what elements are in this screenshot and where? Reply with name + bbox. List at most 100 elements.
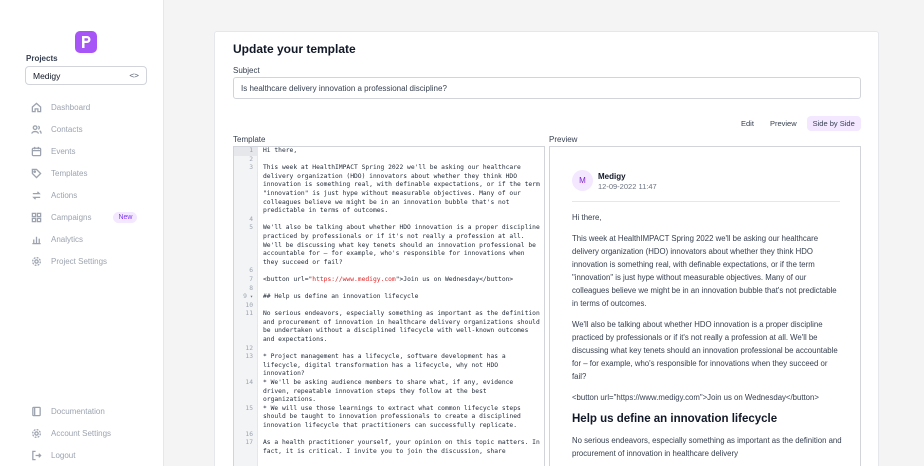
code-line-text: * We'll be asking audience members to sh… <box>263 379 518 404</box>
preview-paragraph-2: We'll also be talking about whether HDO … <box>572 320 838 381</box>
code-line[interactable]: 9 ▾ ## Help us define an innovation lifec… <box>234 293 544 302</box>
code-line-text: ## Help us define an innovation lifecycl… <box>263 293 419 301</box>
code-line[interactable]: 10 <box>234 302 544 311</box>
sidebar-bottom-nav: Documentation Account Settings Logout <box>25 400 151 466</box>
line-number: 15 <box>245 404 253 412</box>
sidebar-item-dashboard[interactable]: Dashboard <box>25 96 151 118</box>
sidebar-item-label: Analytics <box>51 234 84 244</box>
sidebar-item-events[interactable]: Events <box>25 140 151 162</box>
tab-side-by-side[interactable]: Side by Side <box>806 116 861 131</box>
code-line-text: Hi there, <box>263 147 298 154</box>
users-icon <box>29 122 43 136</box>
project-select[interactable]: Medigy <> <box>25 66 147 85</box>
projects-label: Projects <box>26 54 58 63</box>
sidebar-item-project-settings[interactable]: Project Settings <box>25 250 151 272</box>
preview-body: Hi there, This week at HealthIMPACT Spri… <box>572 211 842 466</box>
new-badge: New <box>113 211 138 223</box>
code-line[interactable]: 13 * Project management has a lifecycle, … <box>234 353 544 379</box>
email-preview: M Medigy 12-09-2022 11:47 Hi there, This… <box>549 146 861 466</box>
fold-arrow-icon[interactable]: ▾ <box>247 294 253 300</box>
subject-input[interactable]: Is healthcare delivery innovation a prof… <box>233 77 861 99</box>
preview-button-line: <button url="https://www.medigy.com">Joi… <box>572 393 819 402</box>
tab-preview[interactable]: Preview <box>764 116 803 131</box>
preview-paragraph-1: This week at HealthIMPACT Spring 2022 we… <box>572 234 837 308</box>
code-line[interactable]: 5 We'll also be talking about whether HDO… <box>234 224 544 267</box>
book-icon <box>29 404 43 418</box>
sidebar: Projects Medigy <> Dashboard Contacts Ev… <box>0 0 164 466</box>
avatar: M <box>572 170 593 191</box>
line-number: 14 <box>245 379 253 387</box>
gear-icon <box>29 254 43 268</box>
code-text-pre: <button url=" <box>263 275 313 283</box>
preview-heading: Help us define an innovation lifecycle <box>572 413 778 425</box>
tab-edit[interactable]: Edit <box>735 116 760 131</box>
line-number: 12 <box>245 344 253 352</box>
app-logo[interactable] <box>75 31 97 53</box>
sidebar-item-campaigns[interactable]: Campaigns New <box>25 206 151 228</box>
code-line-text: <button url="https://www.medigy.com">Joi… <box>258 276 540 285</box>
view-mode-tabs: Edit Preview Side by Side <box>735 116 861 131</box>
line-number: 1 <box>234 147 258 156</box>
code-line[interactable]: 1 Hi there, <box>234 147 544 156</box>
preview-paragraph-3: No serious endeavors, especially somethi… <box>572 436 842 458</box>
code-line[interactable]: 8 <box>234 285 544 294</box>
code-line[interactable]: 15 * We will use those learnings to extra… <box>234 405 544 431</box>
sidebar-item-analytics[interactable]: Analytics <box>25 228 151 250</box>
code-text-post: ">Join us on Wednesday</button> <box>395 275 514 283</box>
sidebar-item-documentation[interactable]: Documentation <box>25 400 151 422</box>
code-line[interactable]: 7 <button url="https://www.medigy.com">Jo… <box>234 276 544 285</box>
arrows-icon <box>29 188 43 202</box>
line-number: 16 <box>245 430 253 438</box>
code-url: https://www.medigy.com <box>312 275 396 283</box>
sidebar-item-contacts[interactable]: Contacts <box>25 118 151 140</box>
tag-icon <box>29 166 43 180</box>
code-line[interactable]: 6 <box>234 267 544 276</box>
sidebar-item-label: Project Settings <box>51 256 108 266</box>
line-number: 17 <box>245 439 253 447</box>
code-line[interactable]: 14 * We'll be asking audience members to … <box>234 379 544 405</box>
code-lines: 1 Hi there, 2 3 This week at HealthIMPACT Sp… <box>234 147 544 456</box>
calendar-icon <box>29 144 43 158</box>
bar-chart-icon <box>29 232 43 246</box>
chevron-updown-icon: <> <box>129 71 139 80</box>
code-line[interactable]: 11 No serious endeavors, especially somet… <box>234 310 544 344</box>
logout-icon <box>29 448 43 462</box>
line-number: 5 <box>249 224 253 232</box>
sidebar-item-account-settings[interactable]: Account Settings <box>25 422 151 444</box>
sidebar-item-label: Campaigns <box>51 212 92 222</box>
sidebar-item-templates[interactable]: Templates <box>25 162 151 184</box>
template-code-editor[interactable]: 1 Hi there, 2 3 This week at HealthIMPACT Sp… <box>233 146 545 466</box>
code-line[interactable]: 16 <box>234 431 544 440</box>
line-number: 3 <box>249 164 253 172</box>
line-number: 6 <box>249 267 253 275</box>
sidebar-item-logout[interactable]: Logout <box>25 444 151 466</box>
code-line[interactable]: 4 <box>234 216 544 225</box>
sidebar-item-actions[interactable]: Actions <box>25 184 151 206</box>
line-number: 2 <box>249 155 253 163</box>
sent-date: 12-09-2022 11:47 <box>598 182 657 191</box>
sidebar-item-label: Account Settings <box>51 428 112 438</box>
code-line-text: No serious endeavors, especially somethi… <box>263 310 544 344</box>
code-line-text: We'll also be talking about whether HDO … <box>263 224 544 266</box>
line-number: 10 <box>245 301 253 309</box>
preview-greeting: Hi there, <box>572 213 602 222</box>
home-icon <box>29 100 43 114</box>
sender-name: Medigy <box>598 172 626 181</box>
page-title: Update your template <box>233 42 356 56</box>
code-line[interactable]: 17 As a health practitioner yourself, you… <box>234 439 544 456</box>
code-line[interactable]: 3 This week at HealthIMPACT Spring 2022 w… <box>234 164 544 216</box>
divider <box>572 201 840 202</box>
line-number: 9 ▾ <box>243 293 253 301</box>
code-line[interactable]: 12 <box>234 345 544 354</box>
code-line-text: This week at HealthIMPACT Spring 2022 we… <box>263 164 544 215</box>
code-line[interactable]: 2 <box>234 156 544 165</box>
gear-icon <box>29 426 43 440</box>
template-label: Template <box>233 135 266 144</box>
line-number: 4 <box>249 215 253 223</box>
